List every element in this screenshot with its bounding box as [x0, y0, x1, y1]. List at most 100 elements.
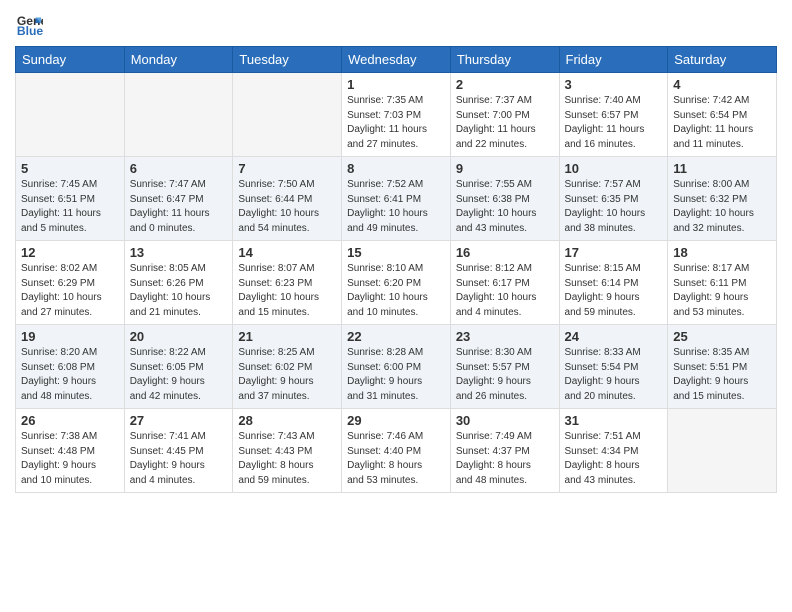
weekday-sunday: Sunday	[16, 47, 125, 73]
calendar-cell: 24 Sunrise: 8:33 AMSunset: 5:54 PMDayligh…	[559, 325, 668, 409]
day-number: 20	[130, 329, 228, 344]
weekday-thursday: Thursday	[450, 47, 559, 73]
calendar-cell: 31Sunrise: 7:51 AMSunset: 4:34 PMDayligh…	[559, 409, 668, 493]
weekday-monday: Monday	[124, 47, 233, 73]
calendar-cell: 18Sunrise: 8:17 AMSunset: 6:11 PMDayligh…	[668, 241, 777, 325]
day-info: Sunrise: 8:10 AMSunset: 6:20 PMDaylight:…	[347, 262, 445, 320]
day-info: Sunrise: 8:20 AMSunset: 6:08 PMDaylight:…	[21, 346, 119, 404]
calendar-cell: 26 Sunrise: 7:38 AMSunset: 4:48 PMDayligh…	[16, 409, 125, 493]
weekday-wednesday: Wednesday	[342, 47, 451, 73]
day-info: Sunrise: 7:41 AMSunset: 4:45 PMDaylight:…	[130, 430, 228, 488]
calendar-cell: 23 Sunrise: 8:30 AMSunset: 5:57 PMDayligh…	[450, 325, 559, 409]
day-number: 29	[347, 413, 445, 428]
weekday-friday: Friday	[559, 47, 668, 73]
calendar-cell: 12Sunrise: 8:02 AMSunset: 6:29 PMDayligh…	[16, 241, 125, 325]
calendar-cell: 5 Sunrise: 7:45 AMSunset: 6:51 PMDaylight…	[16, 157, 125, 241]
day-number: 6	[130, 161, 228, 176]
weekday-tuesday: Tuesday	[233, 47, 342, 73]
day-info: Sunrise: 8:25 AMSunset: 6:02 PMDaylight:…	[238, 346, 336, 404]
day-number: 31	[565, 413, 663, 428]
day-number: 4	[673, 77, 771, 92]
calendar-cell: 19 Sunrise: 8:20 AMSunset: 6:08 PMDayligh…	[16, 325, 125, 409]
day-number: 15	[347, 245, 445, 260]
weekday-saturday: Saturday	[668, 47, 777, 73]
calendar: SundayMondayTuesdayWednesdayThursdayFrid…	[15, 46, 777, 493]
calendar-cell	[233, 73, 342, 157]
week-row-1: 1 Sunrise: 7:35 AMSunset: 7:03 PMDaylight…	[16, 73, 777, 157]
day-number: 24	[565, 329, 663, 344]
calendar-cell: 4 Sunrise: 7:42 AMSunset: 6:54 PMDaylight…	[668, 73, 777, 157]
day-info: Sunrise: 7:37 AMSunset: 7:00 PMDaylight:…	[456, 94, 554, 152]
day-info: Sunrise: 7:45 AMSunset: 6:51 PMDaylight:…	[21, 178, 119, 236]
day-info: Sunrise: 7:46 AMSunset: 4:40 PMDaylight:…	[347, 430, 445, 488]
day-number: 9	[456, 161, 554, 176]
day-number: 25	[673, 329, 771, 344]
calendar-cell: 21 Sunrise: 8:25 AMSunset: 6:02 PMDayligh…	[233, 325, 342, 409]
weekday-header-row: SundayMondayTuesdayWednesdayThursdayFrid…	[16, 47, 777, 73]
day-number: 26	[21, 413, 119, 428]
day-number: 1	[347, 77, 445, 92]
day-info: Sunrise: 7:47 AMSunset: 6:47 PMDaylight:…	[130, 178, 228, 236]
day-info: Sunrise: 8:28 AMSunset: 6:00 PMDaylight:…	[347, 346, 445, 404]
calendar-cell: 14 Sunrise: 8:07 AMSunset: 6:23 PMDayligh…	[233, 241, 342, 325]
day-number: 28	[238, 413, 336, 428]
day-number: 8	[347, 161, 445, 176]
day-number: 16	[456, 245, 554, 260]
calendar-cell: 2Sunrise: 7:37 AMSunset: 7:00 PMDaylight…	[450, 73, 559, 157]
calendar-cell: 15 Sunrise: 8:10 AMSunset: 6:20 PMDayligh…	[342, 241, 451, 325]
day-info: Sunrise: 8:30 AMSunset: 5:57 PMDaylight:…	[456, 346, 554, 404]
page-header: General Blue	[15, 10, 777, 38]
day-number: 14	[238, 245, 336, 260]
day-number: 17	[565, 245, 663, 260]
calendar-cell	[124, 73, 233, 157]
day-info: Sunrise: 8:12 AMSunset: 6:17 PMDaylight:…	[456, 262, 554, 320]
day-number: 12	[21, 245, 119, 260]
calendar-cell: 9Sunrise: 7:55 AMSunset: 6:38 PMDaylight…	[450, 157, 559, 241]
day-number: 13	[130, 245, 228, 260]
day-info: Sunrise: 7:50 AMSunset: 6:44 PMDaylight:…	[238, 178, 336, 236]
day-info: Sunrise: 7:35 AMSunset: 7:03 PMDaylight:…	[347, 94, 445, 152]
calendar-cell: 17 Sunrise: 8:15 AMSunset: 6:14 PMDayligh…	[559, 241, 668, 325]
day-number: 22	[347, 329, 445, 344]
calendar-cell	[16, 73, 125, 157]
day-info: Sunrise: 8:00 AMSunset: 6:32 PMDaylight:…	[673, 178, 771, 236]
day-info: Sunrise: 7:38 AMSunset: 4:48 PMDaylight:…	[21, 430, 119, 488]
calendar-cell: 28Sunrise: 7:43 AMSunset: 4:43 PMDayligh…	[233, 409, 342, 493]
day-info: Sunrise: 7:42 AMSunset: 6:54 PMDaylight:…	[673, 94, 771, 152]
calendar-cell: 13Sunrise: 8:05 AMSunset: 6:26 PMDayligh…	[124, 241, 233, 325]
week-row-3: 12Sunrise: 8:02 AMSunset: 6:29 PMDayligh…	[16, 241, 777, 325]
svg-text:Blue: Blue	[17, 24, 43, 38]
calendar-cell: 22 Sunrise: 8:28 AMSunset: 6:00 PMDayligh…	[342, 325, 451, 409]
day-info: Sunrise: 8:07 AMSunset: 6:23 PMDaylight:…	[238, 262, 336, 320]
day-info: Sunrise: 8:33 AMSunset: 5:54 PMDaylight:…	[565, 346, 663, 404]
day-number: 27	[130, 413, 228, 428]
day-number: 11	[673, 161, 771, 176]
logo: General Blue	[15, 10, 47, 38]
day-number: 21	[238, 329, 336, 344]
day-number: 7	[238, 161, 336, 176]
day-number: 30	[456, 413, 554, 428]
day-info: Sunrise: 7:57 AMSunset: 6:35 PMDaylight:…	[565, 178, 663, 236]
day-info: Sunrise: 8:15 AMSunset: 6:14 PMDaylight:…	[565, 262, 663, 320]
calendar-cell: 6 Sunrise: 7:47 AMSunset: 6:47 PMDaylight…	[124, 157, 233, 241]
calendar-cell: 8 Sunrise: 7:52 AMSunset: 6:41 PMDaylight…	[342, 157, 451, 241]
week-row-2: 5 Sunrise: 7:45 AMSunset: 6:51 PMDaylight…	[16, 157, 777, 241]
calendar-cell: 20 Sunrise: 8:22 AMSunset: 6:05 PMDayligh…	[124, 325, 233, 409]
day-info: Sunrise: 7:40 AMSunset: 6:57 PMDaylight:…	[565, 94, 663, 152]
calendar-cell: 27 Sunrise: 7:41 AMSunset: 4:45 PMDayligh…	[124, 409, 233, 493]
day-number: 5	[21, 161, 119, 176]
calendar-cell: 25 Sunrise: 8:35 AMSunset: 5:51 PMDayligh…	[668, 325, 777, 409]
calendar-cell: 29 Sunrise: 7:46 AMSunset: 4:40 PMDayligh…	[342, 409, 451, 493]
calendar-cell: 30 Sunrise: 7:49 AMSunset: 4:37 PMDayligh…	[450, 409, 559, 493]
day-number: 23	[456, 329, 554, 344]
day-info: Sunrise: 7:49 AMSunset: 4:37 PMDaylight:…	[456, 430, 554, 488]
day-number: 19	[21, 329, 119, 344]
week-row-5: 26 Sunrise: 7:38 AMSunset: 4:48 PMDayligh…	[16, 409, 777, 493]
day-info: Sunrise: 8:35 AMSunset: 5:51 PMDaylight:…	[673, 346, 771, 404]
calendar-cell: 10 Sunrise: 7:57 AMSunset: 6:35 PMDayligh…	[559, 157, 668, 241]
day-number: 10	[565, 161, 663, 176]
day-info: Sunrise: 8:22 AMSunset: 6:05 PMDaylight:…	[130, 346, 228, 404]
day-info: Sunrise: 7:52 AMSunset: 6:41 PMDaylight:…	[347, 178, 445, 236]
day-number: 3	[565, 77, 663, 92]
calendar-cell: 11 Sunrise: 8:00 AMSunset: 6:32 PMDayligh…	[668, 157, 777, 241]
